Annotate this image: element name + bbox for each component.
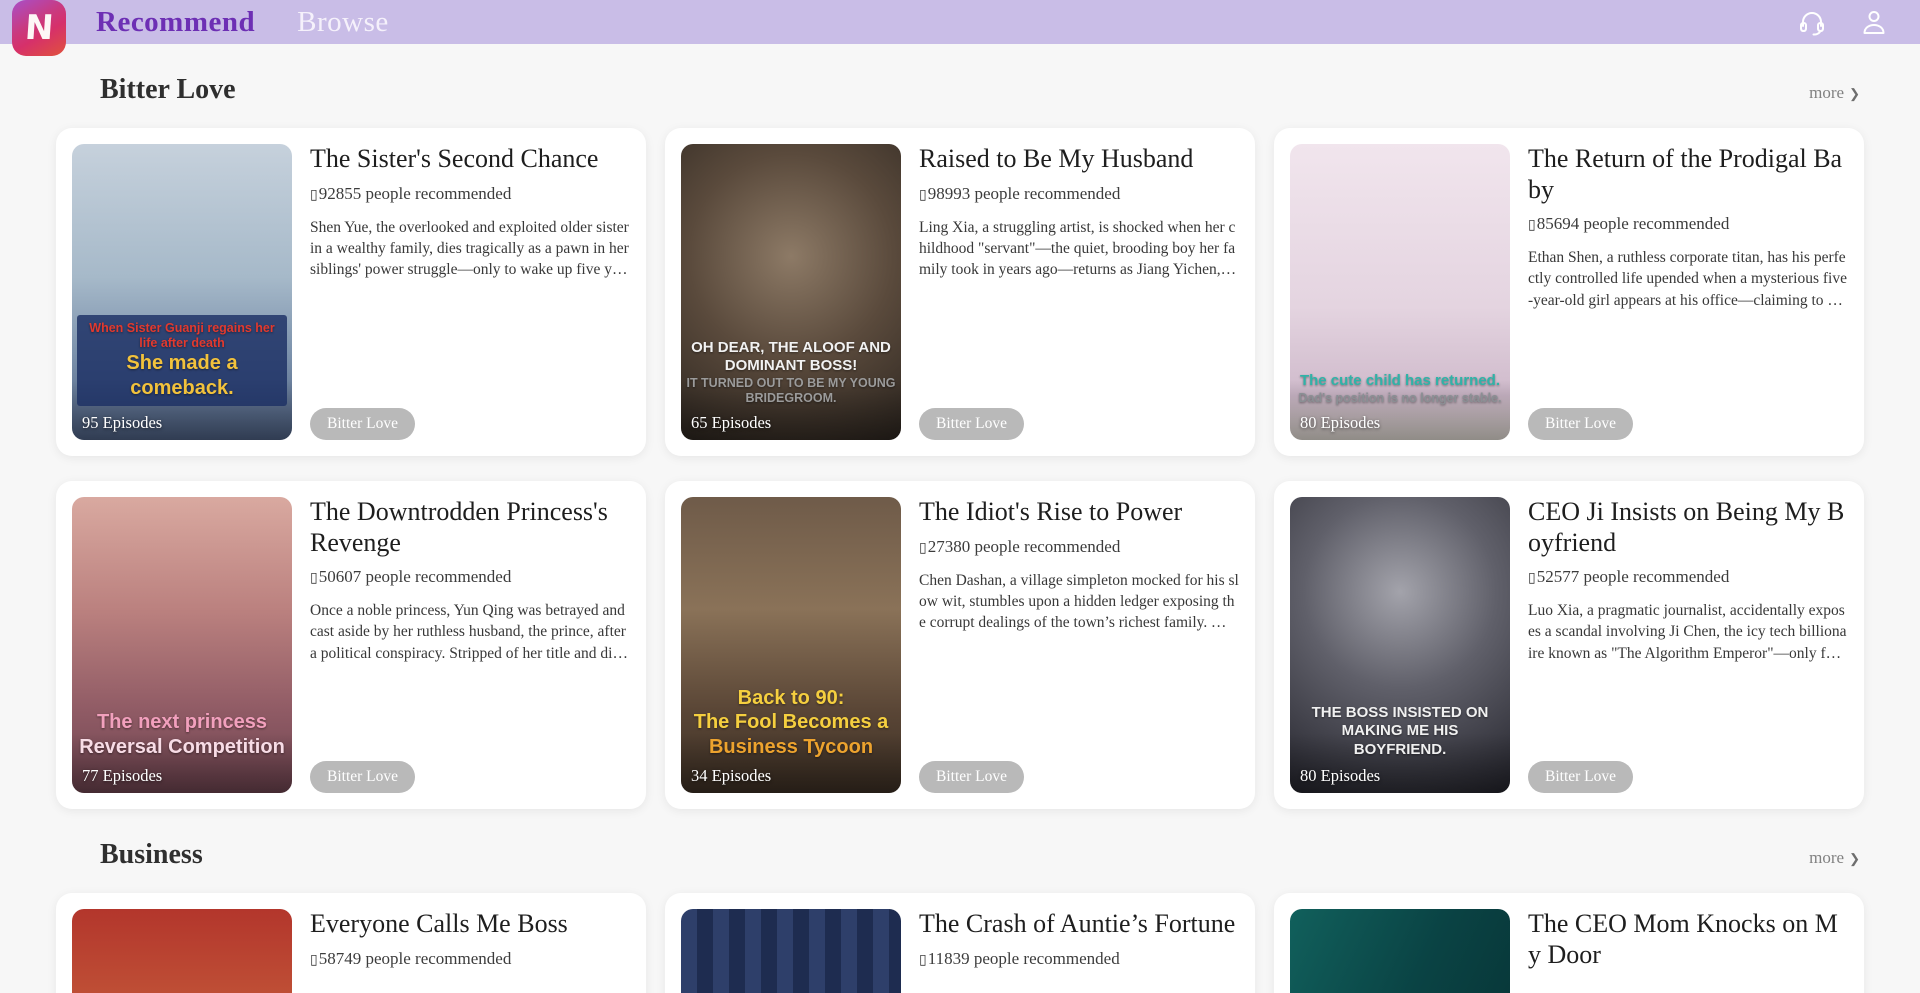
poster-caption: When Sister Guanji regains her life afte…: [77, 315, 287, 406]
drama-description: Ethan Shen, a ruthless corporate titan, …: [1528, 247, 1848, 310]
recommend-count: ▯52577 people recommended: [1528, 567, 1848, 587]
poster-caption: Back to 90: The Fool Becomes a Business …: [686, 686, 896, 759]
more-link[interactable]: more❯: [1809, 848, 1860, 868]
drama-card[interactable]: OH DEAR, THE ALOOF AND DOMINANT BOSS! IT…: [665, 128, 1255, 456]
recommend-count: ▯92855 people recommended: [310, 184, 630, 204]
drama-title: The Sister's Second Chance: [310, 144, 630, 175]
fire-icon: ▯: [919, 188, 927, 203]
episode-count: 34 Episodes: [691, 766, 771, 786]
business-grid: Everyone Calls Me Boss ▯58749 people rec…: [56, 893, 1864, 993]
drama-title: Raised to Be My Husband: [919, 144, 1239, 175]
poster-image[interactable]: [681, 909, 901, 993]
recommend-count: ▯27380 people recommended: [919, 537, 1239, 557]
drama-title: CEO Ji Insists on Being My Boyfriend: [1528, 497, 1848, 558]
poster-image[interactable]: [1290, 909, 1510, 993]
episode-count: 80 Episodes: [1300, 413, 1380, 433]
drama-description: Shen Yue, the overlooked and exploited o…: [310, 217, 630, 280]
poster-caption: THE BOSS INSISTED ON MAKING ME HIS BOYFR…: [1295, 704, 1505, 759]
recommend-count: ▯98993 people recommended: [919, 184, 1239, 204]
section-title: Business: [100, 839, 203, 871]
category-badge[interactable]: Bitter Love: [310, 408, 415, 440]
fire-icon: ▯: [919, 953, 927, 968]
fire-icon: ▯: [310, 571, 318, 586]
drama-card[interactable]: Everyone Calls Me Boss ▯58749 people rec…: [56, 893, 646, 993]
section-title: Bitter Love: [100, 74, 236, 106]
drama-title: Everyone Calls Me Boss: [310, 909, 630, 940]
fire-icon: ▯: [310, 953, 318, 968]
drama-title: The CEO Mom Knocks on My Door: [1528, 909, 1848, 970]
poster-image[interactable]: When Sister Guanji regains her life afte…: [72, 144, 292, 440]
episode-count: 80 Episodes: [1300, 766, 1380, 786]
drama-card[interactable]: The Crash of Auntie’s Fortune ▯11839 peo…: [665, 893, 1255, 993]
category-badge[interactable]: Bitter Love: [1528, 408, 1633, 440]
episode-count: 65 Episodes: [691, 413, 771, 433]
poster-image[interactable]: THE BOSS INSISTED ON MAKING ME HIS BOYFR…: [1290, 497, 1510, 793]
more-link[interactable]: more❯: [1809, 83, 1860, 103]
fire-icon: ▯: [919, 541, 927, 556]
poster-caption: The next princess Reversal Competition: [77, 710, 287, 759]
tab-browse[interactable]: Browse: [297, 6, 389, 39]
top-navbar: N Recommend Browse: [0, 0, 1920, 44]
recommend-count: ▯85694 people recommended: [1528, 214, 1848, 234]
section-header-bitter-love: Bitter Love more❯: [56, 74, 1864, 106]
headset-support-icon[interactable]: [1796, 6, 1828, 38]
drama-title: The Crash of Auntie’s Fortune: [919, 909, 1239, 940]
drama-card[interactable]: The cute child has returned. Dad's posit…: [1274, 128, 1864, 456]
recommend-count: ▯50607 people recommended: [310, 567, 630, 587]
drama-card[interactable]: When Sister Guanji regains her life afte…: [56, 128, 646, 456]
recommend-count: ▯58749 people recommended: [310, 949, 630, 969]
poster-image[interactable]: OH DEAR, THE ALOOF AND DOMINANT BOSS! IT…: [681, 144, 901, 440]
bitter-love-grid: When Sister Guanji regains her life afte…: [56, 128, 1864, 809]
poster-caption: OH DEAR, THE ALOOF AND DOMINANT BOSS! IT…: [686, 339, 896, 406]
fire-icon: ▯: [1528, 571, 1536, 586]
category-badge[interactable]: Bitter Love: [919, 761, 1024, 793]
poster-image[interactable]: The next princess Reversal Competition 7…: [72, 497, 292, 793]
app-logo[interactable]: N: [12, 0, 66, 56]
drama-description: Once a noble princess, Yun Qing was betr…: [310, 600, 630, 663]
category-badge[interactable]: Bitter Love: [310, 761, 415, 793]
drama-card[interactable]: Back to 90: The Fool Becomes a Business …: [665, 481, 1255, 809]
chevron-right-icon: ❯: [1849, 86, 1860, 101]
episode-count: 95 Episodes: [82, 413, 162, 433]
episode-count: 77 Episodes: [82, 766, 162, 786]
drama-title: The Return of the Prodigal Baby: [1528, 144, 1848, 205]
poster-image[interactable]: [72, 909, 292, 993]
drama-description: Luo Xia, a pragmatic journalist, acciden…: [1528, 600, 1848, 663]
drama-card[interactable]: THE BOSS INSISTED ON MAKING ME HIS BOYFR…: [1274, 481, 1864, 809]
tab-recommend[interactable]: Recommend: [96, 6, 255, 39]
poster-image[interactable]: Back to 90: The Fool Becomes a Business …: [681, 497, 901, 793]
chevron-right-icon: ❯: [1849, 851, 1860, 866]
drama-description: Chen Dashan, a village simpleton mocked …: [919, 570, 1239, 633]
poster-image[interactable]: The cute child has returned. Dad's posit…: [1290, 144, 1510, 440]
category-badge[interactable]: Bitter Love: [919, 408, 1024, 440]
poster-caption: The cute child has returned. Dad's posit…: [1295, 372, 1505, 406]
drama-title: The Downtrodden Princess's Revenge: [310, 497, 630, 558]
section-header-business: Business more❯: [56, 839, 1864, 871]
drama-description: Ling Xia, a struggling artist, is shocke…: [919, 217, 1239, 280]
fire-icon: ▯: [1528, 218, 1536, 233]
logo-letter: N: [23, 8, 54, 48]
fire-icon: ▯: [310, 188, 318, 203]
user-profile-icon[interactable]: [1858, 6, 1890, 38]
drama-card[interactable]: The CEO Mom Knocks on My Door: [1274, 893, 1864, 993]
main-content: Bitter Love more❯ When Sister Guanji reg…: [0, 74, 1920, 993]
category-badge[interactable]: Bitter Love: [1528, 761, 1633, 793]
drama-title: The Idiot's Rise to Power: [919, 497, 1239, 528]
drama-card[interactable]: The next princess Reversal Competition 7…: [56, 481, 646, 809]
recommend-count: ▯11839 people recommended: [919, 949, 1239, 969]
